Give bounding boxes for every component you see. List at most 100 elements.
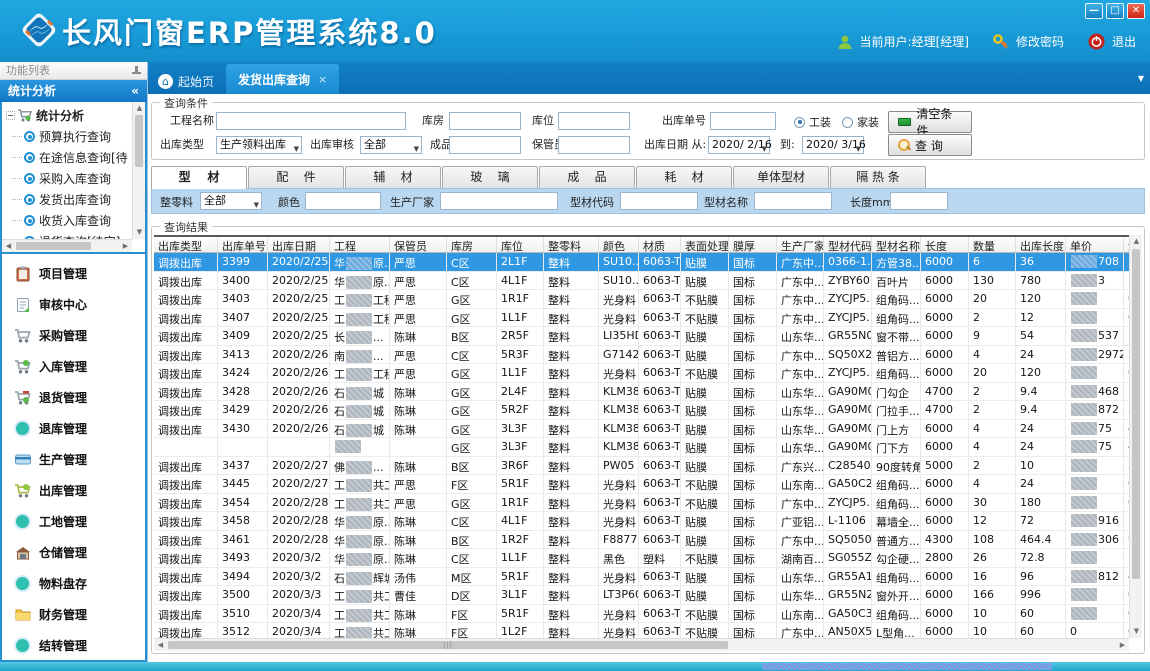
column-header-wh[interactable]: 库房 bbox=[447, 237, 497, 252]
keeper-input[interactable] bbox=[558, 136, 630, 154]
factory-input[interactable] bbox=[440, 192, 558, 210]
tab-overflow-icon[interactable]: ▼ bbox=[1138, 74, 1144, 83]
tree-item-budget-exec-query[interactable]: 预算执行查询 bbox=[6, 126, 132, 147]
material-tab-finished[interactable]: 成 品 bbox=[539, 166, 635, 188]
sidebar-item-return-warehouse-management[interactable]: 退库管理 bbox=[2, 413, 145, 444]
tree-item-shipping-outbound-query[interactable]: 发货出库查询 bbox=[6, 189, 132, 210]
column-header-len[interactable]: 长度 bbox=[921, 237, 969, 252]
sidebar-item-audit-center[interactable]: 审核中心 bbox=[2, 289, 145, 320]
tree-horizontal-scrollbar[interactable]: ◀ ▶ bbox=[2, 239, 132, 252]
column-header-keeper[interactable]: 保管员 bbox=[390, 237, 447, 252]
column-header-price[interactable]: 单价 bbox=[1066, 237, 1124, 252]
maximize-button[interactable]: □ bbox=[1106, 3, 1124, 19]
material-tab-insulation-strip[interactable]: 隔 热 条 bbox=[830, 166, 926, 188]
table-row[interactable]: 调拨出库34542020/2/28工共工程严思G区1R1F整料光身料6063-T… bbox=[154, 494, 1142, 513]
table-row[interactable]: 调拨出库34132020/2/26南...严思C区5R3F整料G71422606… bbox=[154, 346, 1142, 365]
tree-root-stat-analysis[interactable]: 统计分析 bbox=[6, 105, 132, 126]
column-header-qty[interactable]: 数量 bbox=[969, 237, 1016, 252]
sidebar-item-carryover-management[interactable]: 结转管理 bbox=[2, 630, 145, 661]
sidebar-item-warehouse-management[interactable]: 仓储管理 bbox=[2, 537, 145, 568]
sidebar-item-production-management[interactable]: 生产管理 bbox=[2, 444, 145, 475]
change-password-link[interactable]: 修改密码 bbox=[1016, 33, 1064, 50]
name-input[interactable] bbox=[754, 192, 832, 210]
sidebar-item-return-goods-management[interactable]: 退货管理 bbox=[2, 382, 145, 413]
table-row[interactable]: 调拨出库34282020/2/26石城陈琳G区2L4F整料KLM38176063… bbox=[154, 383, 1142, 402]
column-header-type[interactable]: 出库类型 bbox=[154, 237, 218, 252]
tree-vertical-scrollbar[interactable]: ▲ ▼ bbox=[132, 102, 145, 239]
table-row[interactable]: 调拨出库34452020/2/27工共工程严思F区5R1F整料光身料6063-T… bbox=[154, 475, 1142, 494]
close-button[interactable]: ✕ bbox=[1127, 3, 1145, 19]
table-row[interactable]: 调拨出库34072020/2/25工工程严思G区1L1F整料光身料6063-T5… bbox=[154, 309, 1142, 328]
tab-home[interactable]: ⌂ 起始页 bbox=[148, 68, 226, 94]
tree-item-return-goods-query[interactable]: 退货查询[待定] bbox=[6, 231, 132, 239]
date-to-select[interactable]: 2020/ 3/16 bbox=[802, 136, 864, 154]
tab-shipping-outbound-query[interactable]: 发货出库查询 × bbox=[226, 64, 339, 94]
scroll-right-icon[interactable]: ▶ bbox=[119, 240, 132, 253]
tree-expander-icon[interactable] bbox=[6, 111, 15, 120]
tree-item-in-transit-info-query[interactable]: 在途信息查询[待 bbox=[6, 147, 132, 168]
scroll-left-icon[interactable]: ◀ bbox=[154, 639, 167, 652]
table-row[interactable]: 调拨出库35102020/3/4工共工程陈琳F区5R1F整料光身料6063-T5… bbox=[154, 605, 1142, 624]
column-header-code[interactable]: 型材代码 bbox=[824, 237, 872, 252]
column-header-color[interactable]: 颜色 bbox=[599, 237, 639, 252]
scroll-up-icon[interactable]: ▲ bbox=[133, 102, 146, 115]
outbound-type-select[interactable]: 生产领料出库 bbox=[216, 136, 302, 154]
audit-select[interactable]: 全部 bbox=[360, 136, 422, 154]
table-row[interactable]: 调拨出库34092020/2/25长...陈琳B区2R5F整料LI35HD606… bbox=[154, 327, 1142, 346]
warehouse-input[interactable] bbox=[449, 112, 521, 130]
pin-icon[interactable] bbox=[132, 66, 141, 75]
tab-close-icon[interactable]: × bbox=[318, 73, 327, 86]
column-header-factory[interactable]: 生产厂家 bbox=[777, 237, 824, 252]
sidebar-item-purchase-management[interactable]: 采购管理 bbox=[2, 320, 145, 351]
table-row[interactable]: 调拨出库34292020/2/26石城陈琳G区5R2F整料KLM38176063… bbox=[154, 401, 1142, 420]
table-row[interactable]: G区3L3F整料KLM38176063-T5贴膜国标山东华...GA90M09.… bbox=[154, 438, 1142, 457]
material-tab-consumable[interactable]: 耗 材 bbox=[636, 166, 732, 188]
column-header-date[interactable]: 出库日期 bbox=[268, 237, 330, 252]
table-row[interactable]: 调拨出库34002020/2/25华原...严思C区4L1F整料SU10...6… bbox=[154, 272, 1142, 291]
color-input[interactable] bbox=[305, 192, 381, 210]
sidebar-item-outbound-management[interactable]: 出库管理 bbox=[2, 475, 145, 506]
sidebar-item-inbound-management[interactable]: 入库管理 bbox=[2, 351, 145, 382]
column-header-loc[interactable]: 库位 bbox=[497, 237, 544, 252]
table-row[interactable]: 调拨出库35122020/3/4工共工程陈琳F区1L2F整料光身料6063-T5… bbox=[154, 623, 1142, 638]
material-tab-glass[interactable]: 玻 璃 bbox=[442, 166, 538, 188]
date-from-select[interactable]: 2020/ 2/16 bbox=[708, 136, 770, 154]
sidebar-item-material-inventory[interactable]: 物料盘存 bbox=[2, 568, 145, 599]
column-header-no[interactable]: 出库单号 bbox=[218, 237, 268, 252]
table-row[interactable]: 调拨出库34942020/3/2石辉城汤伟M区5R1F整料光身料6063-T5贴… bbox=[154, 568, 1142, 587]
minimize-button[interactable]: — bbox=[1085, 3, 1103, 19]
column-header-mat[interactable]: 材质 bbox=[639, 237, 681, 252]
length-input[interactable] bbox=[890, 192, 948, 210]
scroll-right-icon[interactable]: ▶ bbox=[1116, 639, 1129, 652]
table-row[interactable]: 调拨出库33992020/2/25华原...严思C区2L1F整料SU10...6… bbox=[154, 253, 1142, 272]
scroll-down-icon[interactable]: ▼ bbox=[1130, 625, 1143, 638]
material-tab-profile[interactable]: 型 材 bbox=[151, 166, 247, 189]
tree-item-receiving-inbound-query[interactable]: 收货入库查询 bbox=[6, 210, 132, 231]
collapse-icon[interactable]: « bbox=[131, 80, 139, 102]
search-button[interactable]: 查 询 bbox=[888, 134, 972, 156]
column-header-proj[interactable]: 工程 bbox=[330, 237, 390, 252]
column-header-name[interactable]: 型材名称 bbox=[872, 237, 921, 252]
column-header-film[interactable]: 膜厚 bbox=[729, 237, 777, 252]
tree-item-purchase-inbound-query[interactable]: 采购入库查询 bbox=[6, 168, 132, 189]
table-row[interactable]: 调拨出库34582020/2/28华原...陈琳C区4L1F整料光身料6063-… bbox=[154, 512, 1142, 531]
logout-link[interactable]: 退出 bbox=[1112, 33, 1136, 50]
table-row[interactable]: 调拨出库34242020/2/26工工程严思G区1L1F整料光身料6063-T5… bbox=[154, 364, 1142, 383]
sidebar-item-site-management[interactable]: 工地管理 bbox=[2, 506, 145, 537]
radio-gongzhuang[interactable]: 工装 bbox=[794, 114, 831, 130]
project-name-input[interactable] bbox=[216, 112, 406, 130]
table-row[interactable]: 调拨出库34372020/2/27佛...陈琳B区3R6F整料PW056063-… bbox=[154, 457, 1142, 476]
sidebar-item-project-management[interactable]: 项目管理 bbox=[2, 258, 145, 289]
location-input[interactable] bbox=[558, 112, 630, 130]
table-vertical-scrollbar[interactable]: ▲ ▼ bbox=[1129, 235, 1142, 638]
material-tab-accessory[interactable]: 配 件 bbox=[248, 166, 344, 188]
scroll-left-icon[interactable]: ◀ bbox=[2, 240, 15, 253]
table-horizontal-scrollbar[interactable]: ◀ ||| ▶ bbox=[154, 638, 1129, 651]
scroll-down-icon[interactable]: ▼ bbox=[133, 226, 146, 239]
code-input[interactable] bbox=[620, 192, 698, 210]
material-tab-auxiliary[interactable]: 辅 材 bbox=[345, 166, 441, 188]
scroll-up-icon[interactable]: ▲ bbox=[1130, 235, 1143, 248]
material-tab-single-profile[interactable]: 单体型材 bbox=[733, 166, 829, 188]
table-row[interactable]: 调拨出库34932020/3/2华原...陈琳C区1L1F整料黑色塑料不贴膜国标… bbox=[154, 549, 1142, 568]
clear-conditions-button[interactable]: 清空条件 bbox=[888, 111, 972, 133]
